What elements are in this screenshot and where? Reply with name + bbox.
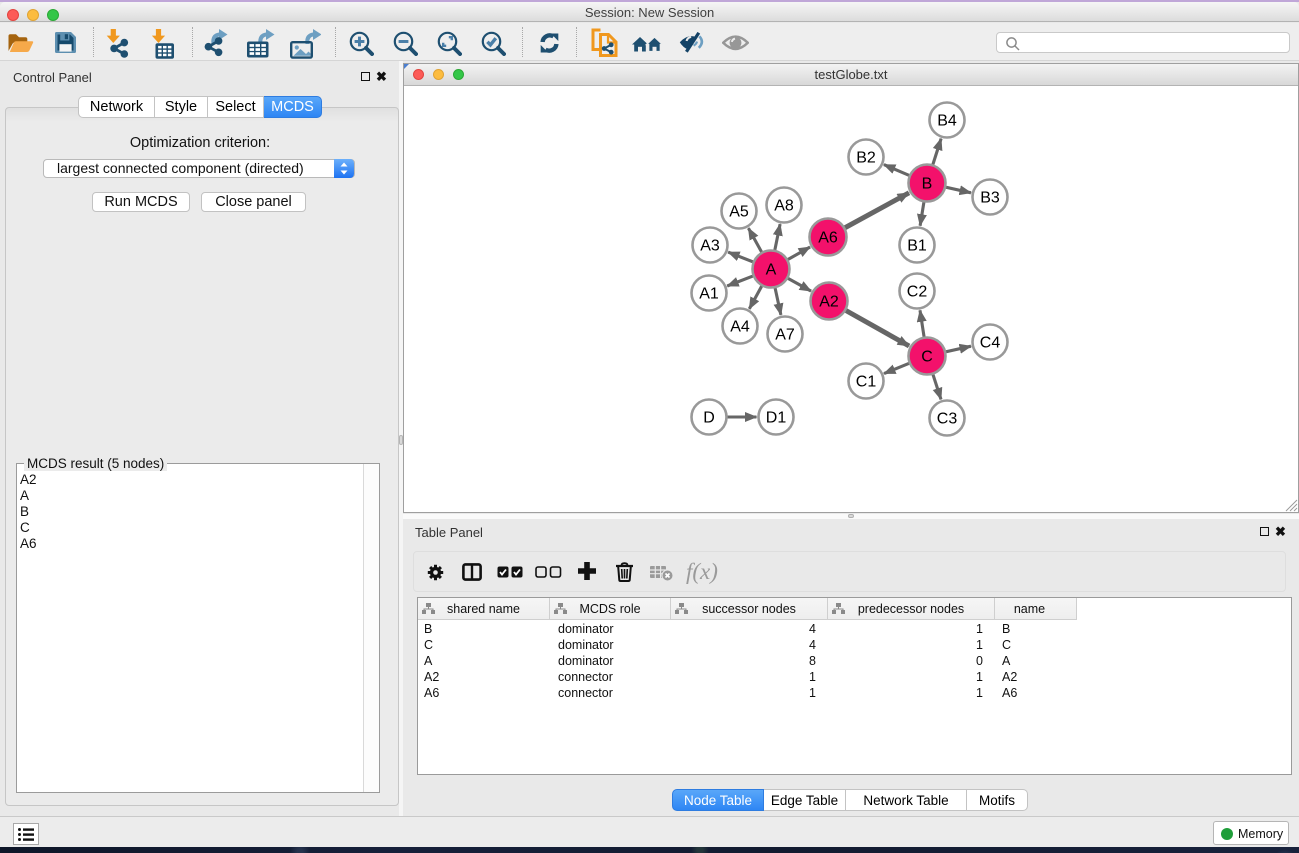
svg-text:C2: C2 [907,284,928,301]
svg-text:A: A [766,262,777,279]
svg-text:B2: B2 [856,150,876,167]
svg-text:B4: B4 [937,113,957,130]
svg-text:A8: A8 [774,198,794,215]
svg-text:A4: A4 [730,319,750,336]
svg-text:A2: A2 [819,294,839,311]
svg-text:C1: C1 [856,374,877,391]
svg-text:B: B [922,176,933,193]
svg-text:C3: C3 [937,411,958,428]
svg-text:A6: A6 [818,230,838,247]
svg-text:A7: A7 [775,327,795,344]
svg-text:A1: A1 [699,286,719,303]
svg-text:D1: D1 [766,410,787,427]
svg-text:A3: A3 [700,238,720,255]
svg-text:A5: A5 [729,204,749,221]
svg-text:C: C [921,349,933,366]
svg-text:D: D [703,410,715,427]
svg-text:B3: B3 [980,190,1000,207]
svg-text:B1: B1 [907,238,927,255]
svg-text:C4: C4 [980,335,1001,352]
